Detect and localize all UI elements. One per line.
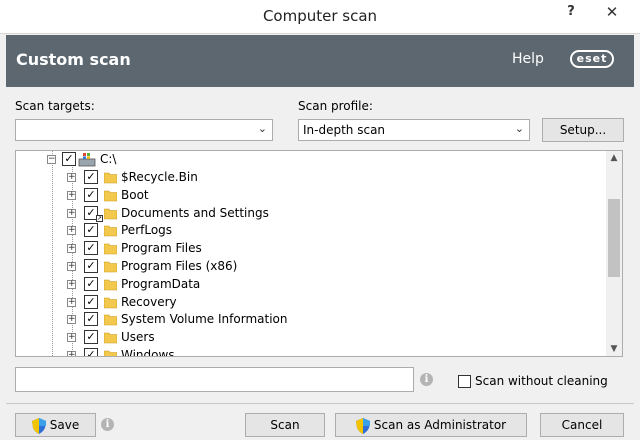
scan-without-cleaning-checkbox[interactable] (458, 375, 471, 388)
save-button-label: Save (49, 418, 80, 432)
tree-row[interactable]: + ✓ Program Files (16, 240, 606, 258)
scan-targets-label: Scan targets: (15, 99, 95, 113)
tree-checkbox[interactable]: ✓ (84, 187, 98, 202)
tree-checkbox[interactable]: ✓ (84, 294, 98, 309)
folder-icon (104, 350, 117, 356)
tree-row[interactable]: + ✓ $Recycle.Bin (16, 169, 606, 187)
save-button[interactable]: Save (15, 413, 96, 437)
window-title: Computer scan (262, 7, 378, 25)
scan-without-cleaning-label: Scan without cleaning (475, 374, 608, 388)
tree-row-label: Boot (121, 187, 149, 202)
tree-root-row[interactable]: − ✓ C:\ (16, 151, 606, 169)
expand-icon[interactable]: + (67, 315, 76, 325)
tree-checkbox[interactable]: ✓ (84, 241, 98, 256)
scan-profile-value: In-depth scan (303, 123, 386, 137)
expand-icon[interactable]: + (67, 244, 76, 254)
folder-icon (104, 208, 117, 219)
tree-checkbox[interactable]: ✓ (84, 223, 98, 238)
expand-icon[interactable]: + (67, 226, 76, 236)
scan-targets-dropdown[interactable]: ⌄ (15, 119, 273, 141)
tree-row[interactable]: + ✓ Recovery (16, 294, 606, 312)
page-title: Custom scan (16, 50, 131, 69)
info-icon: i (101, 418, 114, 431)
expand-icon[interactable]: + (67, 279, 76, 289)
tree-scrollbar[interactable]: ▲ ▼ (606, 151, 622, 356)
folder-icon (104, 315, 117, 326)
tree-row-label: PerfLogs (121, 223, 173, 238)
header-band: Custom scan Help eset (6, 35, 634, 87)
tree-row-label: Program Files (121, 241, 202, 256)
tree-row-label: Users (121, 330, 155, 345)
tree-row-label: Documents and Settings (121, 205, 269, 220)
shield-icon (355, 417, 370, 434)
tree-row-label: Windows (121, 348, 175, 356)
folder-icon (104, 297, 117, 308)
scroll-up-icon[interactable]: ▲ (606, 153, 622, 163)
root-checkbox[interactable]: ✓ (62, 152, 76, 166)
tree-row[interactable]: + ✓ PerfLogs (16, 222, 606, 240)
divider (6, 403, 634, 404)
scan-button[interactable]: Scan (245, 413, 325, 437)
folder-icon (104, 332, 117, 344)
folder-icon (104, 261, 117, 273)
shield-icon (31, 417, 46, 434)
tree-row-label: ProgramData (121, 276, 201, 291)
tree-row[interactable]: + ✓ ↗ Documents and Settings (16, 205, 606, 223)
folder-icon (104, 243, 117, 255)
tree-checkbox[interactable]: ✓ (84, 312, 98, 327)
folder-icon (104, 279, 117, 291)
collapse-icon[interactable]: − (47, 155, 56, 164)
tree-row[interactable]: + ✓ Program Files (x86) (16, 258, 606, 276)
tree-row-label: $Recycle.Bin (121, 170, 198, 184)
expand-icon[interactable]: + (67, 297, 76, 307)
scroll-thumb[interactable] (608, 199, 620, 277)
drive-icon (78, 153, 96, 167)
tree-checkbox[interactable]: ✓ (84, 170, 98, 184)
expand-icon[interactable]: + (67, 333, 76, 343)
tree-row[interactable]: + ✓ System Volume Information (16, 311, 606, 329)
folder-icon (104, 226, 117, 237)
close-icon[interactable]: ✕ (590, 0, 634, 26)
expand-icon[interactable]: + (67, 190, 76, 200)
tree-row[interactable]: + ✓ ProgramData (16, 276, 606, 294)
shortcut-arrow-icon: ↗ (96, 214, 103, 222)
tree-row[interactable]: + ✓ Windows (16, 347, 606, 356)
tree-checkbox[interactable]: ✓ (84, 259, 98, 273)
help-link[interactable]: Help (512, 51, 544, 67)
scan-as-administrator-label: Scan as Administrator (373, 418, 507, 432)
scan-as-administrator-button[interactable]: Scan as Administrator (335, 413, 527, 437)
path-input[interactable] (15, 367, 414, 392)
expand-icon[interactable]: + (67, 208, 76, 218)
tree-row-label: Program Files (x86) (121, 259, 238, 273)
eset-logo: eset (570, 50, 614, 68)
scroll-down-icon[interactable]: ▼ (606, 344, 622, 354)
tree-row[interactable]: + ✓ Boot (16, 187, 606, 205)
scan-targets-tree[interactable]: − ✓ C:\ + ✓ $Recycle.Bin + ✓ Boot + ✓ ↗ Documents… (15, 150, 623, 357)
tree-checkbox[interactable]: ✓ (84, 276, 98, 291)
expand-icon[interactable]: + (67, 173, 76, 182)
tree-root-label: C:\ (100, 152, 117, 166)
chevron-down-icon: ⌄ (257, 122, 267, 135)
scan-profile-label: Scan profile: (298, 99, 373, 113)
folder-icon (104, 190, 117, 202)
scan-profile-dropdown[interactable]: In-depth scan ⌄ (298, 119, 530, 141)
tree-row-label: System Volume Information (121, 312, 288, 327)
info-icon: i (420, 373, 433, 386)
cancel-button[interactable]: Cancel (540, 413, 624, 437)
expand-icon[interactable]: + (67, 262, 76, 271)
setup-button[interactable]: Setup... (542, 118, 624, 142)
help-question-icon[interactable]: ? (556, 0, 586, 26)
title-bar: Computer scan ? ✕ (0, 0, 640, 34)
folder-icon (104, 172, 117, 184)
tree-checkbox[interactable]: ✓ (84, 330, 98, 345)
tree-row[interactable]: + ✓ Users (16, 329, 606, 347)
tree-rows: − ✓ C:\ + ✓ $Recycle.Bin + ✓ Boot + ✓ ↗ Documents… (16, 151, 606, 356)
chevron-down-icon: ⌄ (514, 122, 524, 135)
tree-row-label: Recovery (121, 294, 177, 309)
expand-icon[interactable]: + (67, 351, 76, 356)
tree-checkbox[interactable]: ✓ (84, 348, 98, 356)
